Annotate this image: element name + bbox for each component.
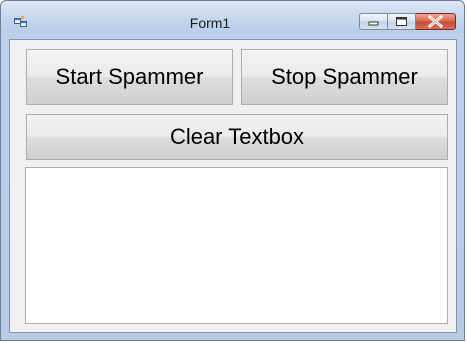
form-window: Form1 Start Spammer Stop Spammer Clear T… (0, 0, 465, 341)
maximize-icon (396, 17, 407, 26)
minimize-button[interactable] (359, 13, 388, 30)
close-button[interactable] (416, 13, 456, 30)
output-textbox[interactable] (25, 167, 448, 324)
title-bar[interactable]: Form1 (1, 1, 464, 33)
start-spammer-button[interactable]: Start Spammer (26, 49, 233, 105)
caption-buttons (359, 13, 456, 32)
minimize-icon (368, 21, 379, 26)
form-client-area: Start Spammer Stop Spammer Clear Textbox (9, 39, 457, 333)
stop-spammer-button[interactable]: Stop Spammer (241, 49, 448, 105)
maximize-button[interactable] (388, 13, 416, 30)
clear-textbox-button[interactable]: Clear Textbox (26, 114, 448, 160)
close-icon (427, 14, 444, 29)
